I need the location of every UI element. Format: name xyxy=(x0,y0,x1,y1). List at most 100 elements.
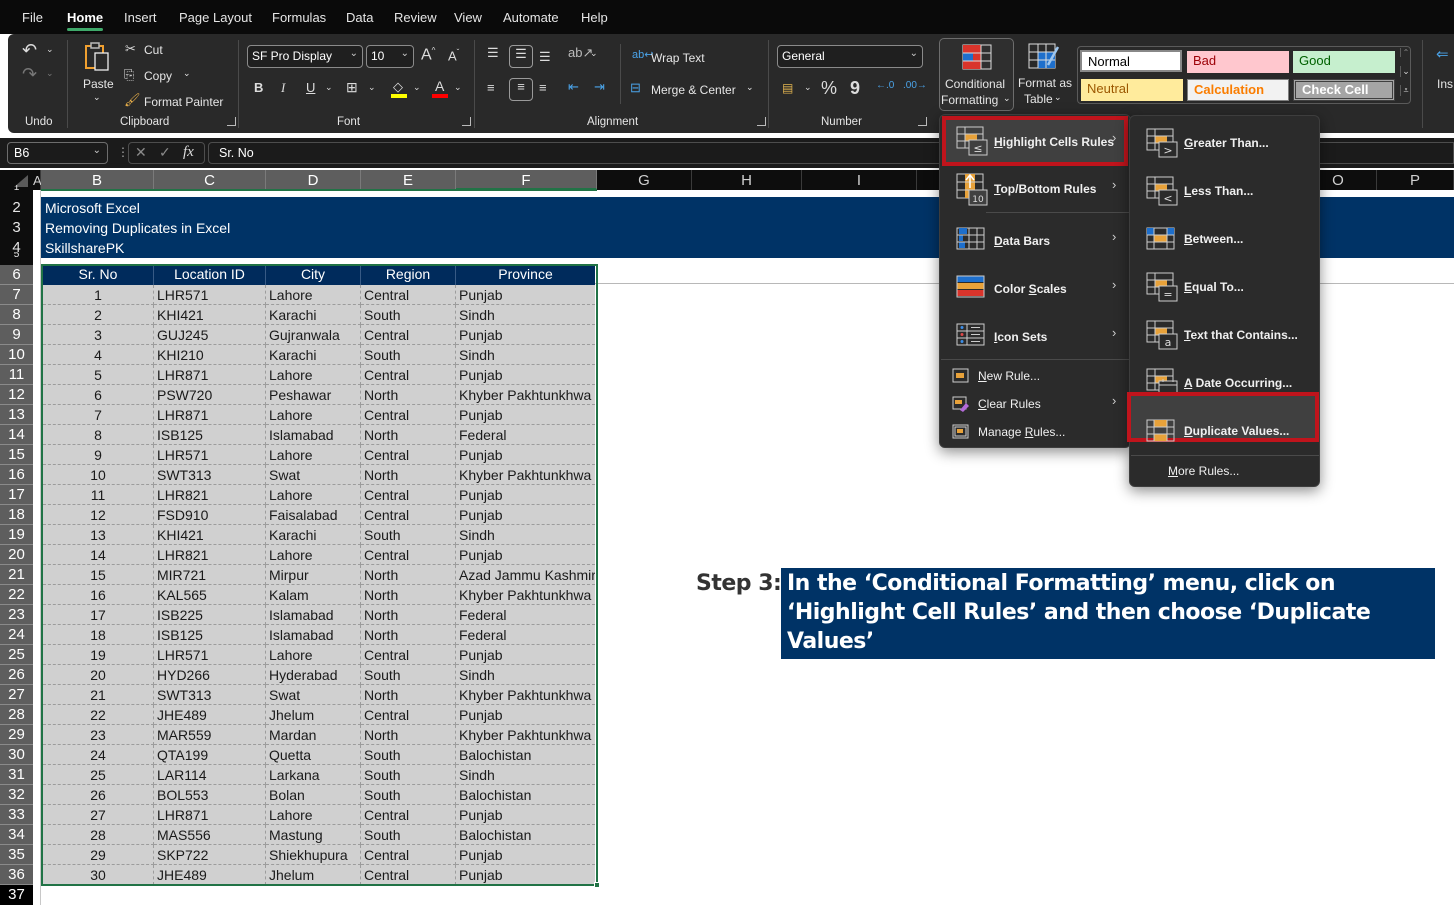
style-bad[interactable]: Bad xyxy=(1187,51,1289,73)
cell-province[interactable]: Punjab xyxy=(456,365,595,385)
row-header-7[interactable]: 7 xyxy=(0,285,33,305)
cell-location-id[interactable]: ISB125 xyxy=(154,425,266,445)
increase-font-size-icon[interactable]: A^ xyxy=(421,46,435,64)
row-header-27[interactable]: 27 xyxy=(0,685,33,705)
row-header-10[interactable]: 10 xyxy=(0,345,33,365)
cell-location-id[interactable]: LHR571 xyxy=(154,285,266,305)
cell-region[interactable]: Central xyxy=(361,865,456,885)
cell-sr-no[interactable]: 10 xyxy=(43,465,154,485)
cell-region[interactable]: North xyxy=(361,465,456,485)
tab-file[interactable]: File xyxy=(22,10,43,25)
merge-dropdown-icon[interactable]: ⌄ xyxy=(746,82,754,93)
cell-city[interactable]: Mardan xyxy=(266,725,361,745)
menu-item-top-bottom-rules[interactable]: 10 Top/Bottom Rules › xyxy=(946,168,1124,210)
tab-insert[interactable]: Insert xyxy=(124,10,157,25)
cell-province[interactable]: Sindh xyxy=(456,665,595,685)
row-header-21[interactable]: 21 xyxy=(0,565,33,585)
cell-region[interactable]: Central xyxy=(361,365,456,385)
format-painter-button[interactable]: Format Painter xyxy=(144,95,223,109)
bold-button[interactable]: B xyxy=(254,80,263,95)
cell-location-id[interactable]: ISB225 xyxy=(154,605,266,625)
fill-color-button[interactable]: ◇ xyxy=(391,79,409,99)
cell-sr-no[interactable]: 18 xyxy=(43,625,154,645)
cell-sr-no[interactable]: 5 xyxy=(43,365,154,385)
align-center-icon[interactable]: ≡ xyxy=(509,78,533,101)
row-header-29[interactable]: 29 xyxy=(0,725,33,745)
tab-home[interactable]: Home xyxy=(67,10,104,31)
insert-cells-icon[interactable]: ⇐ xyxy=(1436,45,1449,63)
cell-region[interactable]: South xyxy=(361,345,456,365)
cell-region[interactable]: Central xyxy=(361,845,456,865)
row-header-31[interactable]: 31 xyxy=(0,765,33,785)
style-normal[interactable]: Normal xyxy=(1080,50,1182,72)
cell-location-id[interactable]: GUJ245 xyxy=(154,325,266,345)
cell-location-id[interactable]: MAR559 xyxy=(154,725,266,745)
underline-button[interactable]: U xyxy=(306,80,315,95)
tab-page-layout[interactable]: Page Layout xyxy=(179,10,252,25)
table-header-sr-no[interactable]: Sr. No xyxy=(43,264,154,285)
cell-city[interactable]: Lahore xyxy=(266,805,361,825)
row-header-33[interactable]: 33 xyxy=(0,805,33,825)
cell-city[interactable]: Islamabad xyxy=(266,425,361,445)
fill-color-dropdown-icon[interactable]: ⌄ xyxy=(413,82,421,93)
row-header-28[interactable]: 28 xyxy=(0,705,33,725)
cell-location-id[interactable]: JHE489 xyxy=(154,705,266,725)
row-header-34[interactable]: 34 xyxy=(0,825,33,845)
cell-location-id[interactable]: MAS556 xyxy=(154,825,266,845)
align-middle-icon[interactable]: ☰ xyxy=(509,45,533,68)
column-header-h[interactable]: H xyxy=(692,170,802,190)
column-header-i[interactable]: I xyxy=(802,170,917,190)
cell-region[interactable]: North xyxy=(361,385,456,405)
cell-location-id[interactable]: LHR821 xyxy=(154,485,266,505)
row-header-5[interactable]: 5 xyxy=(0,252,33,258)
cell-sr-no[interactable]: 1 xyxy=(43,285,154,305)
cell-province[interactable]: Punjab xyxy=(456,505,595,525)
insert-button[interactable]: Ins xyxy=(1437,77,1453,91)
table-header-province[interactable]: Province xyxy=(456,264,595,285)
cell-region[interactable]: Central xyxy=(361,705,456,725)
percent-button[interactable]: % xyxy=(821,78,837,99)
cell-city[interactable]: Hyderabad xyxy=(266,665,361,685)
tab-formulas[interactable]: Formulas xyxy=(272,10,326,25)
table-header-city[interactable]: City xyxy=(266,264,361,285)
number-launcher-icon[interactable] xyxy=(918,117,927,126)
cell-region[interactable]: Central xyxy=(361,485,456,505)
cell-region[interactable]: North xyxy=(361,425,456,445)
cell-city[interactable]: Mirpur xyxy=(266,565,361,585)
cell-province[interactable]: Khyber Pakhtunkhwa xyxy=(456,465,595,485)
cell-province[interactable]: Punjab xyxy=(456,445,595,465)
column-header-c[interactable]: C xyxy=(154,170,266,190)
cell-location-id[interactable]: LHR871 xyxy=(154,365,266,385)
cell-location-id[interactable]: BOL553 xyxy=(154,785,266,805)
table-header-region[interactable]: Region xyxy=(361,264,456,285)
row-header-15[interactable]: 15 xyxy=(0,445,33,465)
cell-region[interactable]: North xyxy=(361,585,456,605)
cell-region[interactable]: South xyxy=(361,825,456,845)
cell-location-id[interactable]: KHI421 xyxy=(154,305,266,325)
cell-region[interactable]: Central xyxy=(361,545,456,565)
row-header-24[interactable]: 24 xyxy=(0,625,33,645)
tab-data[interactable]: Data xyxy=(346,10,373,25)
gallery-scroll-up-icon[interactable]: ⌃ xyxy=(1400,48,1411,57)
merge-center-button[interactable]: Merge & Center xyxy=(651,83,736,97)
cell-sr-no[interactable]: 8 xyxy=(43,425,154,445)
cell-province[interactable]: Khyber Pakhtunkhwa xyxy=(456,725,595,745)
menu-item-icon-sets[interactable]: Icon Sets › xyxy=(946,314,1124,358)
cell-location-id[interactable]: SWT313 xyxy=(154,465,266,485)
cell-location-id[interactable]: LHR571 xyxy=(154,445,266,465)
submenu-item-text-that-contains[interactable]: a Text that Contains... xyxy=(1131,312,1318,358)
underline-dropdown-icon[interactable]: ⌄ xyxy=(325,82,333,93)
cell-region[interactable]: Central xyxy=(361,405,456,425)
cell-sr-no[interactable]: 29 xyxy=(43,845,154,865)
cell-region[interactable]: South xyxy=(361,745,456,765)
cell-province[interactable]: Punjab xyxy=(456,865,595,885)
cell-sr-no[interactable]: 22 xyxy=(43,705,154,725)
cell-province[interactable]: Punjab xyxy=(456,285,595,305)
row-header-11[interactable]: 11 xyxy=(0,365,33,385)
cell-sr-no[interactable]: 9 xyxy=(43,445,154,465)
cell-province[interactable]: Punjab xyxy=(456,705,595,725)
align-bottom-icon[interactable]: ☰ xyxy=(539,49,551,65)
cell-city[interactable]: Jhelum xyxy=(266,865,361,885)
font-launcher-icon[interactable] xyxy=(462,117,471,126)
cell-region[interactable]: Central xyxy=(361,285,456,305)
